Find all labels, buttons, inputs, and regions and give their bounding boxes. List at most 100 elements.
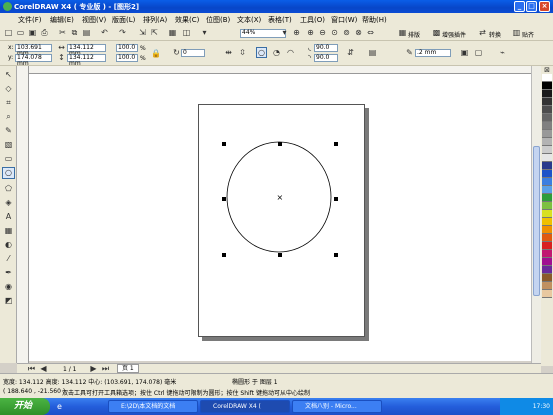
to-front-icon[interactable]: ▣	[460, 48, 469, 57]
color-swatch[interactable]	[542, 130, 552, 138]
menu-view[interactable]: 视图(V)	[82, 15, 106, 25]
vertical-ruler[interactable]	[17, 66, 29, 363]
color-swatch[interactable]	[542, 290, 552, 298]
start-button[interactable]: 开始	[0, 398, 50, 415]
zoom-page-icon[interactable]: ⊗	[354, 28, 363, 37]
task-word[interactable]: 文档八别 - Micro...	[292, 400, 382, 413]
color-swatch[interactable]	[542, 234, 552, 242]
eyedropper-icon[interactable]: ⁄	[4, 254, 13, 263]
no-color-swatch[interactable]: ⊠	[542, 66, 552, 74]
basic-shapes-icon[interactable]: ◈	[4, 198, 13, 207]
lock-ratio-icon[interactable]: 🔒	[151, 49, 161, 58]
close-button[interactable]: ×	[539, 1, 550, 12]
copy-icon[interactable]: ⧉	[70, 28, 79, 37]
redo-icon[interactable]: ↷	[118, 28, 127, 37]
color-swatch[interactable]	[542, 162, 552, 170]
outline-tool-icon[interactable]: ✒	[4, 268, 13, 277]
menu-text[interactable]: 文本(X)	[237, 15, 261, 25]
color-swatch[interactable]	[542, 90, 552, 98]
handle-bottom-center[interactable]	[278, 253, 282, 257]
zoom-out-icon[interactable]: ⊖	[318, 28, 327, 37]
handle-bottom-right[interactable]	[334, 253, 338, 257]
color-swatch[interactable]	[542, 154, 552, 162]
zoom-dropdown-icon[interactable]: ▾	[280, 28, 289, 37]
ellipse-tool-icon[interactable]: ○	[2, 167, 15, 179]
plugin-icon[interactable]: ▩	[432, 28, 441, 37]
vertical-scrollbar[interactable]	[531, 66, 541, 363]
align-icon[interactable]: ▥	[512, 28, 521, 37]
polygon-tool-icon[interactable]: ⬠	[4, 184, 13, 193]
menu-table[interactable]: 表格(T)	[268, 15, 292, 25]
menu-tools[interactable]: 工具(O)	[300, 15, 325, 25]
save-icon[interactable]: ▣	[28, 28, 37, 37]
color-swatch[interactable]	[542, 98, 552, 106]
scale-y-field[interactable]: 100.0	[116, 54, 138, 62]
zoom-all-icon[interactable]: ⊚	[342, 28, 351, 37]
corel-online-icon[interactable]: ▾	[200, 28, 209, 37]
color-swatch[interactable]	[542, 122, 552, 130]
color-swatch[interactable]	[542, 178, 552, 186]
color-swatch[interactable]	[542, 106, 552, 114]
fit-width-icon[interactable]: ⇔	[366, 28, 375, 37]
color-swatch[interactable]	[542, 146, 552, 154]
prev-page-icon[interactable]: ◀	[39, 364, 48, 373]
menu-file[interactable]: 文件(F)	[18, 15, 42, 25]
scale-x-field[interactable]: 100.0	[116, 44, 138, 52]
convert-icon[interactable]: ⇄	[478, 28, 487, 37]
fill-tool-icon[interactable]: ◉	[4, 282, 13, 291]
import-icon[interactable]: ⇲	[138, 28, 147, 37]
zoom-tool-icon[interactable]: ⌕	[4, 112, 13, 121]
mirror-h-icon[interactable]: ⇹	[224, 48, 233, 57]
text-tool-icon[interactable]: A	[4, 212, 13, 221]
handle-middle-left[interactable]	[222, 197, 226, 201]
color-swatch[interactable]	[542, 138, 552, 146]
new-icon[interactable]: □	[4, 28, 13, 37]
x-position-field[interactable]: 103.691 mm	[15, 44, 52, 57]
drawing-canvas[interactable]: ×	[29, 74, 531, 361]
zoom-in-icon[interactable]: ⊕	[306, 28, 315, 37]
arrange-label[interactable]: 排版	[408, 30, 420, 39]
welcome-icon[interactable]: ◫	[182, 28, 191, 37]
color-swatch[interactable]	[542, 226, 552, 234]
color-swatch[interactable]	[542, 210, 552, 218]
rectangle-tool-icon[interactable]: ▭	[4, 154, 13, 163]
convert-curves-icon[interactable]: ⌁	[498, 48, 507, 57]
horizontal-ruler[interactable]	[17, 66, 531, 74]
menu-layout[interactable]: 版面(L)	[112, 15, 135, 25]
shape-tool-icon[interactable]: ◇	[4, 84, 13, 93]
ellipse-mode-icon[interactable]: ○	[256, 47, 267, 58]
color-swatch[interactable]	[542, 250, 552, 258]
paste-icon[interactable]: ▤	[82, 28, 91, 37]
smart-fill-icon[interactable]: ▧	[4, 140, 13, 149]
handle-bottom-left[interactable]	[222, 253, 226, 257]
scroll-thumb[interactable]	[533, 146, 540, 296]
next-page-icon[interactable]: ▶	[89, 364, 98, 373]
menu-window[interactable]: 窗口(W)	[331, 15, 357, 25]
color-swatch[interactable]	[542, 194, 552, 202]
handle-middle-right[interactable]	[334, 197, 338, 201]
last-page-icon[interactable]: ⏭	[101, 364, 110, 373]
color-swatch[interactable]	[542, 170, 552, 178]
handle-top-center[interactable]	[278, 142, 282, 146]
maximize-button[interactable]: □	[526, 1, 537, 12]
rotation-field[interactable]: 0	[181, 49, 205, 57]
blend-tool-icon[interactable]: ◐	[4, 240, 13, 249]
arc-mode-icon[interactable]: ◠	[286, 48, 295, 57]
pie-mode-icon[interactable]: ◔	[272, 48, 281, 57]
freehand-tool-icon[interactable]: ✎	[4, 126, 13, 135]
direction-icon[interactable]: ⇵	[346, 48, 355, 57]
menu-help[interactable]: 帮助(H)	[362, 15, 387, 25]
y-position-field[interactable]: 174.078 mm	[15, 54, 52, 67]
color-swatch[interactable]	[542, 266, 552, 274]
export-icon[interactable]: ⇱	[150, 28, 159, 37]
handle-top-left[interactable]	[222, 142, 226, 146]
open-icon[interactable]: ▭	[16, 28, 25, 37]
ie-icon[interactable]: e	[55, 402, 64, 411]
height-field[interactable]: 134.112 mm	[67, 54, 106, 67]
color-swatch[interactable]	[542, 274, 552, 282]
handle-top-right[interactable]	[334, 142, 338, 146]
print-icon[interactable]: ⎙	[40, 28, 49, 37]
color-swatch[interactable]	[542, 114, 552, 122]
first-page-icon[interactable]: ⏮	[27, 364, 36, 373]
to-back-icon[interactable]: ▢	[474, 48, 483, 57]
